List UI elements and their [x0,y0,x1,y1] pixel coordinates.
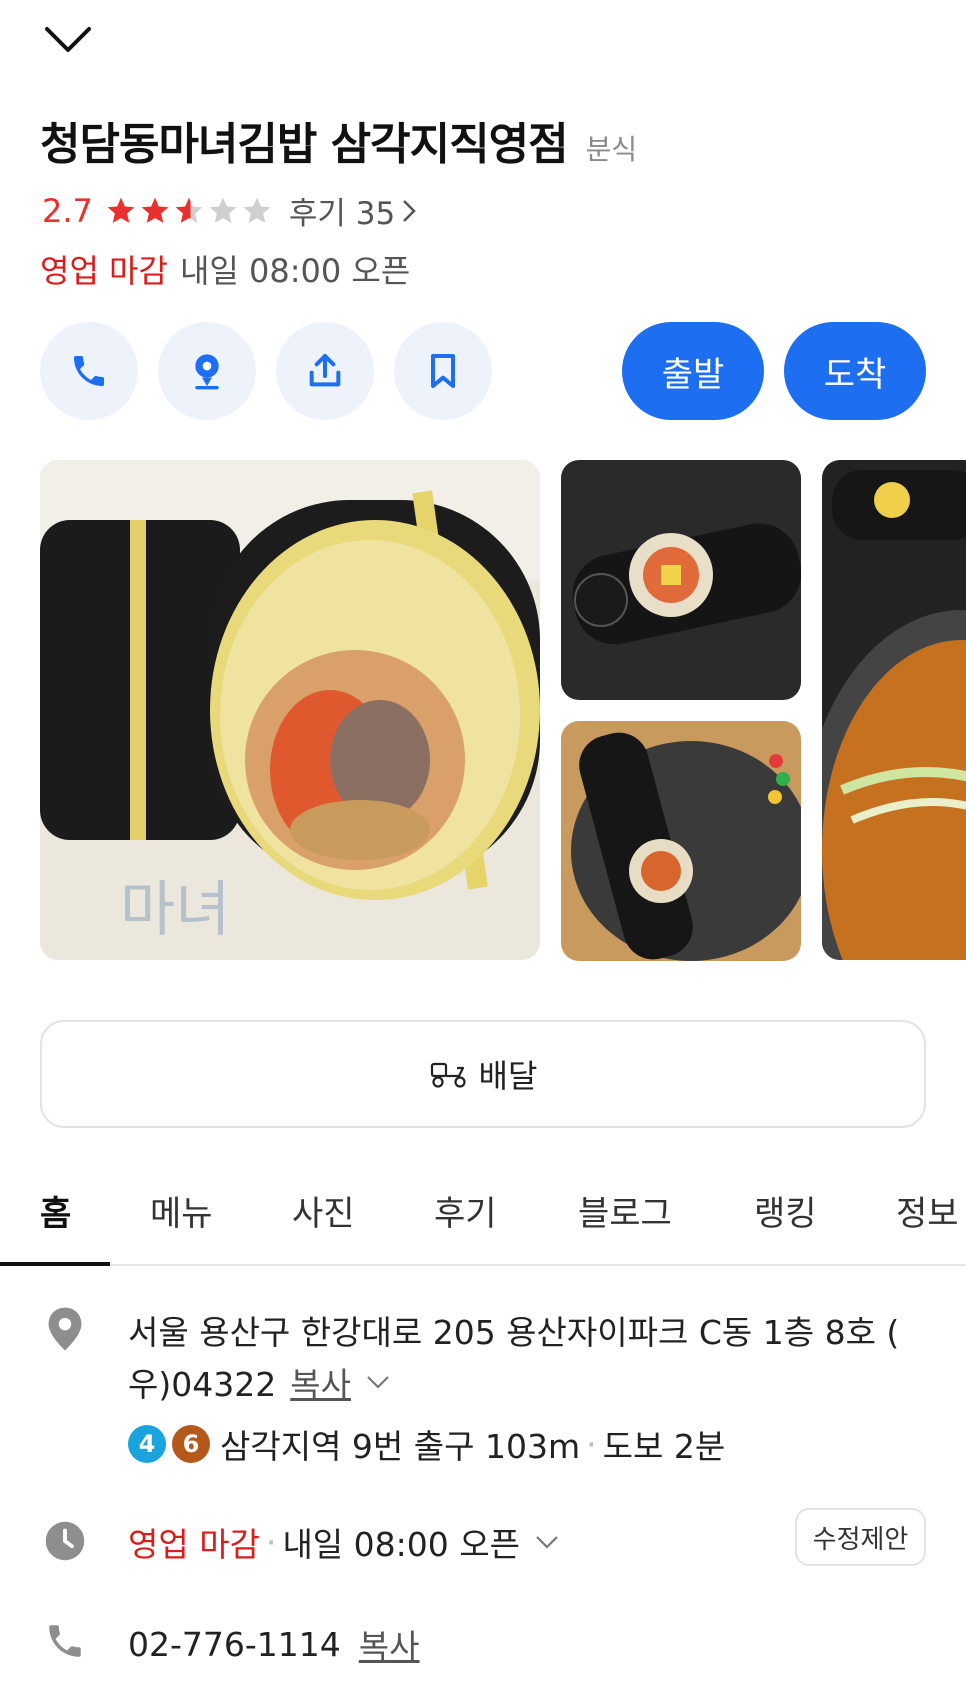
suggest-edit-button[interactable]: 수정제안 [795,1508,926,1566]
business-status: 영업 마감 내일 08:00 오픈 [40,246,410,292]
chevron-down-icon [536,1536,558,1549]
chevron-down-icon[interactable] [365,1374,391,1390]
tab-blog[interactable]: 블로그 [578,1186,672,1235]
soup-bowl-image [822,460,966,960]
place-detail-page: 청담동마녀김밥 삼각지직영점 분식 2.7 후기 35 영업 마감내일 08:0… [0,0,966,1681]
star-full-icon [141,197,169,223]
postal-code: 우)04322 [128,1365,277,1404]
tab-ranking[interactable]: 랭킹 [754,1186,817,1235]
status-next-text: 내일 08:00 오픈 [179,252,411,290]
title-row: 청담동마녀김밥 삼각지직영점 분식 [40,108,637,172]
phone-number[interactable]: 02-776-1114 [128,1625,341,1664]
delivery-button[interactable]: 배달 [40,1020,926,1128]
subway-line-4-badge: 4 [128,1425,166,1463]
review-count-link[interactable]: 후기 35 [289,188,417,233]
phone-icon [49,1625,81,1657]
star-rating [105,195,273,227]
star-half-icon [175,197,203,223]
subway-line-6-badge: 6 [172,1425,210,1463]
chevron-right-icon [403,199,417,222]
thumbnail-photo[interactable] [561,460,801,700]
gimbap-plate-image [561,460,801,700]
share-button[interactable] [276,322,374,420]
separator-dot: · [265,1522,277,1562]
rating-row: 2.7 후기 35 [42,188,417,233]
hours-row-icon [40,1516,90,1566]
main-photo[interactable]: 마녀 [40,460,540,960]
svg-text:마녀: 마녀 [120,875,230,945]
location-pin-icon [195,354,219,390]
depart-button[interactable]: 출발 [622,322,764,420]
place-category: 분식 [585,133,638,166]
street-view-button[interactable] [158,322,256,420]
save-bookmark-button[interactable] [394,322,492,420]
thumbnail-photo[interactable] [822,460,966,960]
delivery-scooter-icon [430,1062,466,1088]
separator-dot: · [586,1424,597,1464]
address-copy-link[interactable]: 복사 [290,1358,351,1406]
star-empty-icon [243,197,271,223]
share-icon [309,354,341,387]
location-pin-icon [48,1307,82,1351]
chevron-down-icon [45,27,91,52]
gimbap-photo-image: 마녀 [40,460,540,960]
thumbnail-photo[interactable] [561,721,801,961]
call-button[interactable] [40,322,138,420]
collapse-button[interactable] [40,16,96,64]
bookmark-icon [431,354,455,388]
hours-status: 영업 마감 [128,1525,260,1564]
status-closed-text: 영업 마감 [40,252,168,290]
delivery-label: 배달 [478,1057,538,1095]
phone-copy-link[interactable]: 복사 [359,1620,420,1668]
subway-exit-text: 삼각지역 9번 출구 103m [220,1427,581,1466]
hours-row[interactable]: 영업 마감 · 내일 08:00 오픈 [128,1518,560,1566]
review-count-label: 후기 35 [288,196,396,232]
clock-icon [45,1521,85,1561]
tab-home[interactable]: 홈 [40,1186,71,1235]
gimbap-roll-image [561,721,801,961]
subway-row: 4 6 삼각지역 9번 출구 103m · 도보 2분 [128,1420,725,1468]
address-row-icon [40,1304,90,1354]
rating-value: 2.7 [42,191,93,230]
phone-row: 02-776-1114 복사 [128,1620,420,1668]
star-empty-icon [209,197,237,223]
tab-reviews[interactable]: 후기 [434,1186,497,1235]
place-name: 청담동마녀김밥 삼각지직영점 [40,119,569,170]
walk-time-text: 도보 2분 [602,1427,726,1466]
phone-icon [74,356,104,386]
star-full-icon [107,197,135,223]
tab-photos[interactable]: 사진 [292,1186,355,1235]
tab-info[interactable]: 정보 [896,1186,959,1235]
tab-menu[interactable]: 메뉴 [150,1186,213,1235]
address-line2-row: 우)04322 복사 [128,1358,391,1406]
address-line1: 서울 용산구 한강대로 205 용산자이파크 C동 1층 8호 ( [128,1313,900,1352]
arrive-button[interactable]: 도착 [784,322,926,420]
hours-next: 내일 08:00 오픈 [282,1525,520,1564]
tab-active-indicator [0,1262,110,1266]
phone-row-icon [40,1616,90,1666]
tab-bar: 홈 메뉴 사진 후기 블로그 랭킹 정보 [0,1170,966,1266]
